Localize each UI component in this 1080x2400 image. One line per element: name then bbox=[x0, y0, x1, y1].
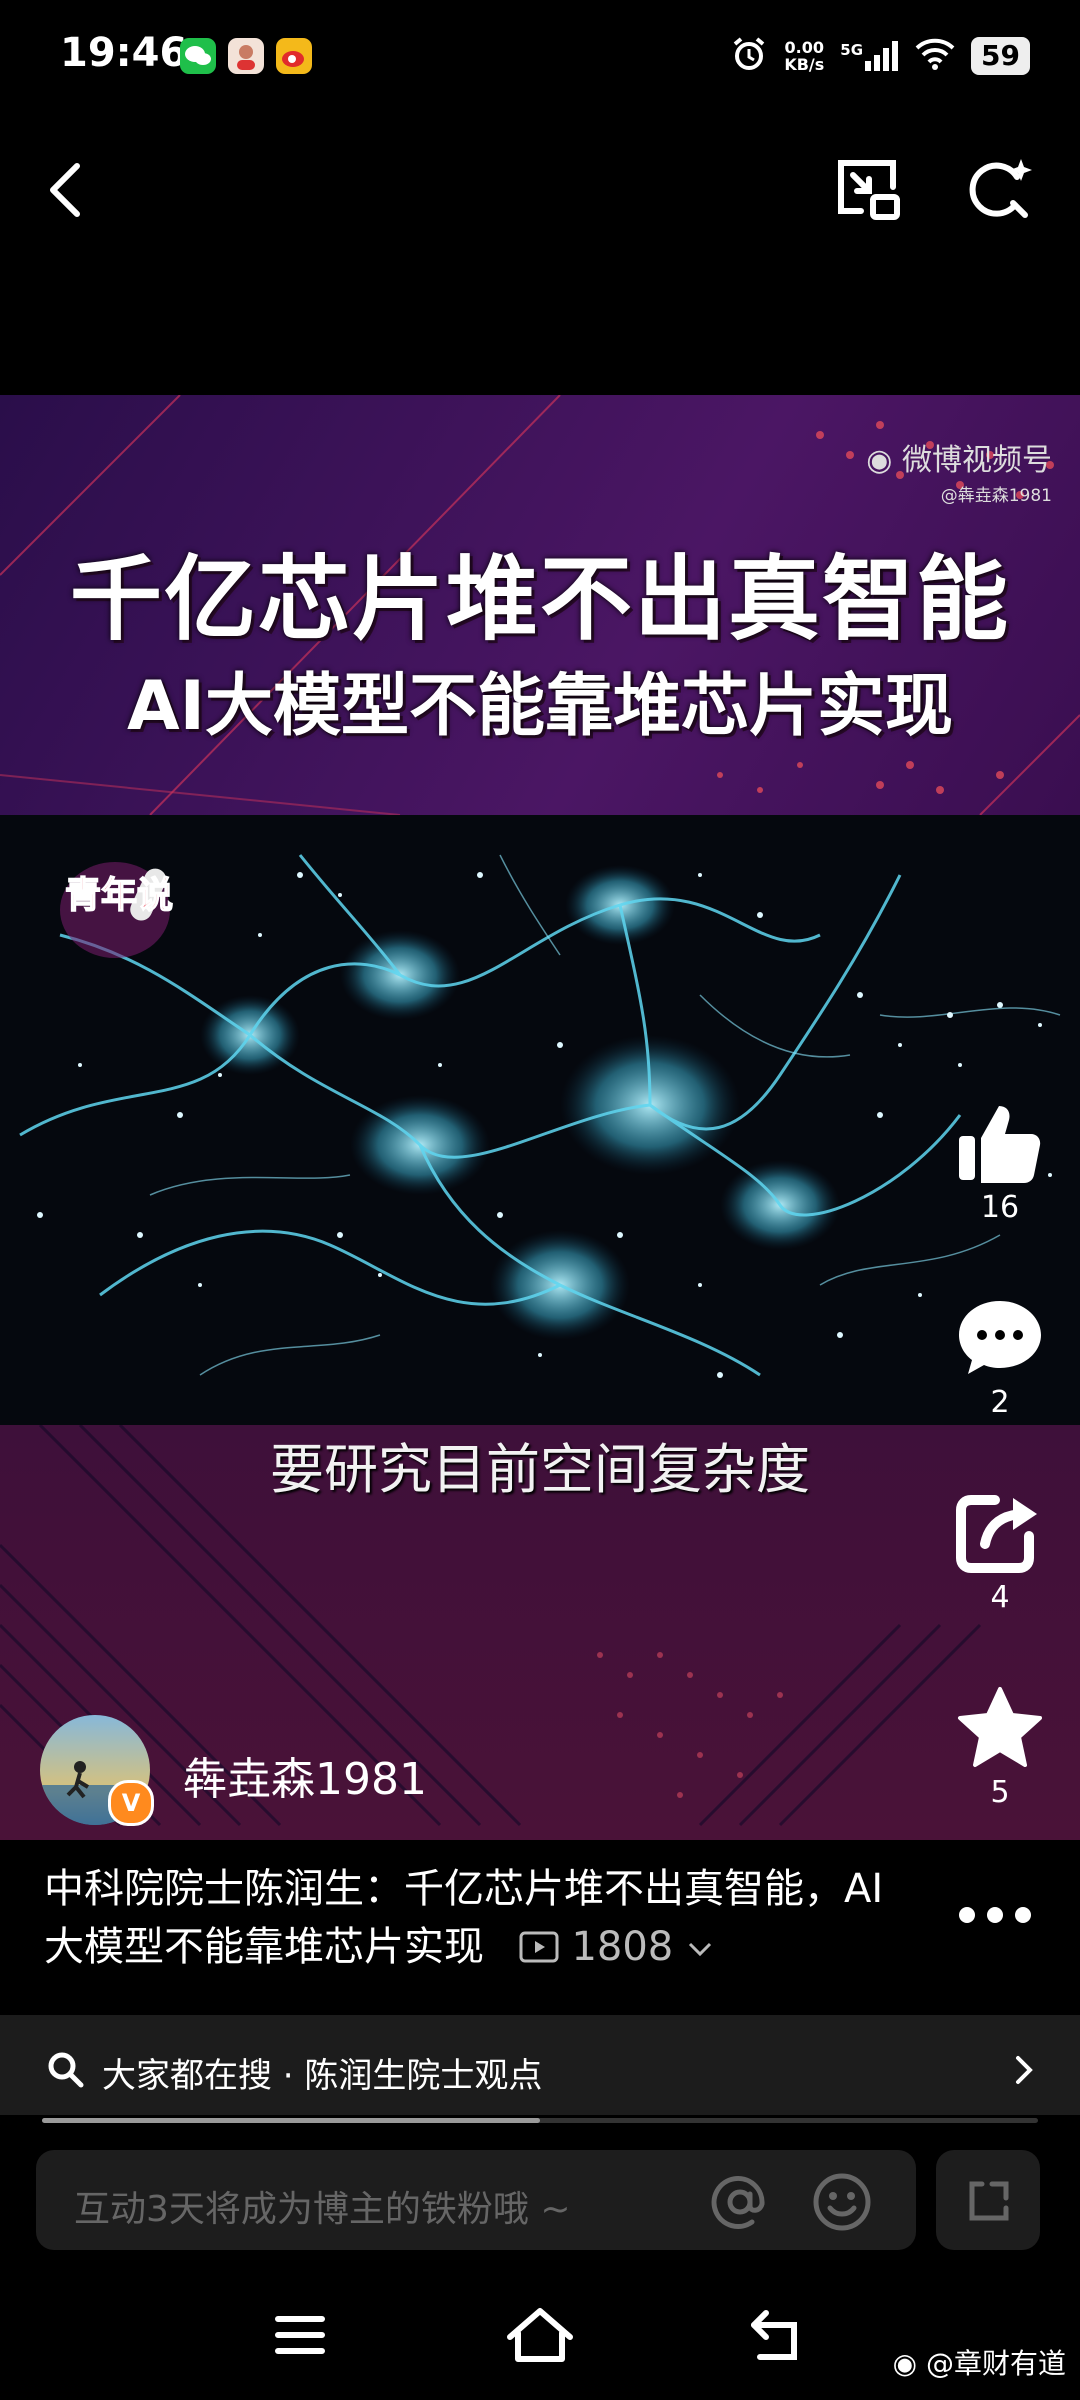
share-icon bbox=[956, 1495, 1037, 1573]
program-logo: 青年说 bbox=[60, 862, 174, 958]
weibo-watermark-icon: ◉ bbox=[892, 2347, 926, 2380]
video-progress-fill bbox=[42, 2118, 540, 2123]
menu-icon bbox=[275, 2316, 325, 2354]
thumbs-up-icon bbox=[959, 1106, 1041, 1183]
video-watermark: ◉ 微博视频号 @犇垚森1981 bbox=[866, 443, 1052, 506]
author-name[interactable]: 犇垚森1981 bbox=[183, 1743, 427, 1807]
nav-menu-button[interactable] bbox=[260, 2305, 340, 2365]
status-bar: 19:46 0.00 KB/s 5G 59 bbox=[0, 0, 1080, 110]
comment-count: 2 bbox=[990, 1385, 1010, 1420]
comment-button[interactable]: 2 bbox=[945, 1295, 1055, 1420]
chevron-down-icon[interactable] bbox=[686, 1938, 714, 1960]
video-description[interactable]: 中科院院士陈润生：千亿芯片堆不出真智能，AI大模型不能靠堆芯片实现 1808 bbox=[44, 1860, 904, 1976]
favorite-count: 5 bbox=[990, 1775, 1010, 1810]
emoji-icon[interactable] bbox=[812, 2172, 872, 2232]
verified-badge-icon: V bbox=[108, 1780, 154, 1826]
wechat-notification-icon bbox=[180, 38, 216, 74]
home-icon bbox=[507, 2308, 573, 2362]
video-subheadline: AI大模型不能靠堆芯片实现 bbox=[127, 667, 953, 746]
weibo-logo-icon: ◉ bbox=[866, 443, 902, 478]
description-text: 中科院院士陈润生：千亿芯片堆不出真智能，AI大模型不能靠堆芯片实现 bbox=[44, 1866, 884, 1970]
comment-input-placeholder: 互动3天将成为博主的铁粉哦 ~ bbox=[74, 2189, 571, 2230]
weibo-notification-icon bbox=[276, 38, 312, 74]
search-suggestion-text[interactable]: 大家都在搜 · 陈润生院士观点 bbox=[102, 2048, 542, 2097]
more-dots-icon bbox=[959, 1907, 1031, 1923]
favorite-button[interactable]: 5 bbox=[945, 1685, 1055, 1810]
app-notification-icon bbox=[228, 38, 264, 74]
share-button[interactable]: 4 bbox=[945, 1490, 1055, 1615]
star-icon bbox=[958, 1687, 1042, 1767]
corner-watermark: ◉ @章财有道 bbox=[892, 2347, 1066, 2380]
screen-cast-icon bbox=[838, 160, 900, 220]
like-count: 16 bbox=[980, 1190, 1020, 1225]
share-count: 4 bbox=[990, 1580, 1010, 1615]
expand-icon bbox=[969, 2181, 1009, 2221]
like-button[interactable]: 16 bbox=[945, 1100, 1055, 1225]
wifi-icon bbox=[915, 38, 955, 74]
chevron-right-icon bbox=[1016, 2056, 1033, 2084]
nav-back-button[interactable] bbox=[740, 2305, 820, 2365]
ai-search-icon bbox=[969, 159, 1032, 218]
video-headline: 千亿芯片堆不出真智能 bbox=[69, 546, 1010, 653]
alarm-icon bbox=[730, 35, 768, 77]
network-speed: 0.00 KB/s bbox=[784, 38, 825, 74]
back-button[interactable] bbox=[30, 150, 100, 230]
mention-icon[interactable] bbox=[710, 2172, 770, 2232]
play-icon bbox=[519, 1931, 559, 1963]
cast-button[interactable] bbox=[830, 150, 910, 230]
nav-home-button[interactable] bbox=[500, 2305, 580, 2365]
more-options-button[interactable] bbox=[955, 1895, 1035, 1935]
video-subtitle: 要研究目前空间复杂度 bbox=[270, 1438, 810, 1501]
video-player[interactable]: ◉ 微博视频号 @犇垚森1981 千亿芯片堆不出真智能 AI大模型不能靠堆芯片实… bbox=[0, 395, 1080, 1840]
status-time: 19:46 bbox=[60, 30, 188, 76]
video-title-card: ◉ 微博视频号 @犇垚森1981 千亿芯片堆不出真智能 AI大模型不能靠堆芯片实… bbox=[0, 395, 1080, 815]
back-gesture-icon bbox=[751, 2310, 797, 2360]
back-arrow-icon bbox=[50, 163, 80, 217]
view-count: 1808 bbox=[497, 1924, 714, 1970]
ai-search-button[interactable] bbox=[960, 150, 1040, 230]
cellular-signal-icon: 5G bbox=[840, 41, 899, 71]
search-icon bbox=[48, 2052, 84, 2088]
expand-input-button[interactable] bbox=[936, 2150, 1040, 2250]
svg-text:青年说: 青年说 bbox=[65, 874, 173, 915]
battery-indicator: 59 bbox=[971, 37, 1030, 75]
comment-bubble-icon bbox=[959, 1301, 1041, 1374]
status-indicators: 0.00 KB/s 5G 59 bbox=[730, 34, 1030, 78]
